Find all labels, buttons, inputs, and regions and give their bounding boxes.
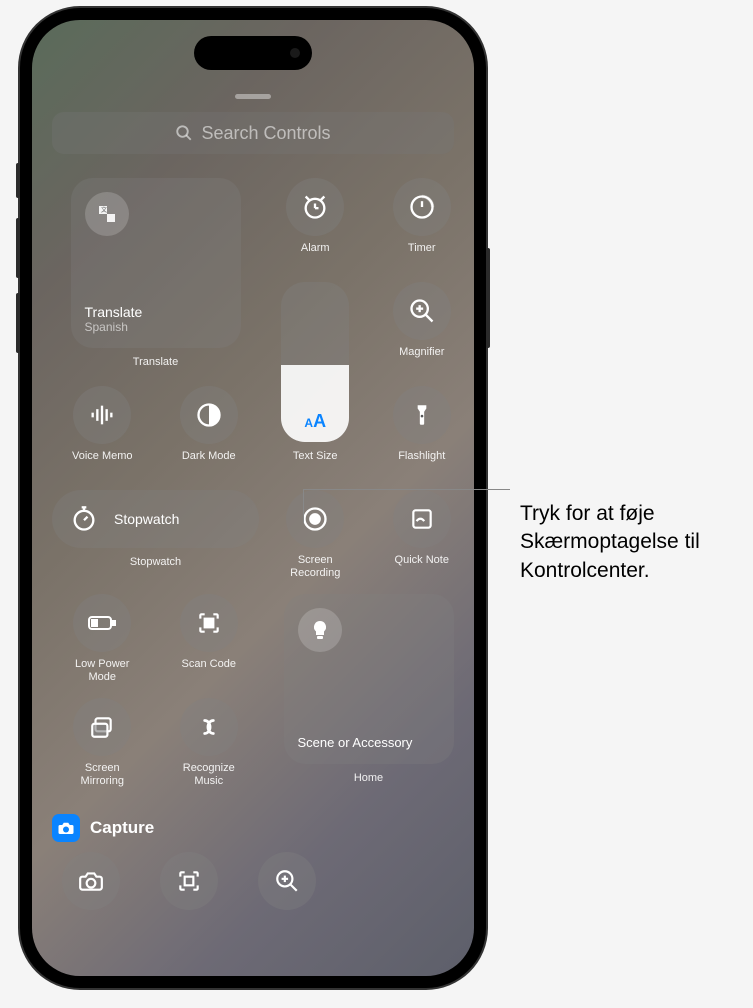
flashlight-label: Flashlight (398, 450, 445, 463)
translate-icon: 文 (85, 192, 129, 236)
callout-line (303, 489, 304, 523)
screen-recording-tile[interactable]: Screen Recording (265, 490, 366, 588)
text-size-label: Text Size (293, 450, 338, 462)
voice-memo-tile[interactable]: Voice Memo (52, 386, 153, 484)
dark-mode-tile[interactable]: Dark Mode (159, 386, 260, 484)
alarm-tile[interactable]: Alarm (265, 178, 366, 276)
alarm-label: Alarm (301, 242, 330, 255)
magnifier-capture-tile[interactable] (258, 852, 316, 910)
translate-label: Translate (133, 356, 178, 368)
search-icon (175, 124, 193, 142)
low-power-icon (73, 594, 131, 652)
iphone-frame: Search Controls 文 Translate Spanish Tran (20, 8, 486, 988)
low-power-tile[interactable]: Low Power Mode (52, 594, 153, 692)
capture-section-title: Capture (90, 818, 154, 838)
callout-text: Tryk for at føje Skærmoptagelse til Kont… (520, 500, 740, 585)
translate-title: Translate (85, 304, 143, 320)
controls-gallery: Search Controls 文 Translate Spanish Tran (32, 20, 474, 976)
search-input[interactable]: Search Controls (52, 112, 454, 154)
volume-down-button (16, 293, 20, 353)
screen-mirroring-label: Screen Mirroring (81, 762, 124, 788)
mute-switch (16, 163, 20, 198)
dark-mode-icon (180, 386, 238, 444)
magnifier-tile[interactable]: Magnifier (372, 282, 473, 380)
text-size-tile[interactable]: AA Text Size (265, 282, 366, 484)
flashlight-icon (393, 386, 451, 444)
timer-tile[interactable]: Timer (372, 178, 473, 276)
stopwatch-inline-label: Stopwatch (114, 511, 179, 527)
home-tile[interactable]: Scene or Accessory Home (265, 594, 472, 796)
recognize-music-label: Recognize Music (183, 762, 235, 788)
screen-recording-icon (286, 490, 344, 548)
magnifier-label: Magnifier (399, 346, 444, 359)
capture-row (52, 852, 454, 910)
stopwatch-label: Stopwatch (130, 556, 181, 568)
magnifier-icon (393, 282, 451, 340)
screen: Search Controls 文 Translate Spanish Tran (32, 20, 474, 976)
power-button (486, 248, 490, 348)
svg-text:文: 文 (101, 206, 107, 214)
scan-code-tile[interactable]: Scan Code (159, 594, 260, 692)
dynamic-island (194, 36, 312, 70)
controls-grid: 文 Translate Spanish Translate Alarm (52, 178, 472, 796)
translate-subtitle: Spanish (85, 320, 143, 334)
search-placeholder: Search Controls (201, 123, 330, 144)
quick-note-icon (393, 490, 451, 548)
camera-app-icon (52, 814, 80, 842)
camera-tile[interactable] (62, 852, 120, 910)
capture-section-header: Capture (52, 814, 454, 842)
voice-memo-icon (73, 386, 131, 444)
screen-mirroring-tile[interactable]: Screen Mirroring (52, 698, 153, 796)
stopwatch-tile[interactable]: Stopwatch Stopwatch (52, 490, 259, 588)
flashlight-tile[interactable]: Flashlight (372, 386, 473, 484)
callout-line (303, 489, 510, 490)
home-title: Scene or Accessory (298, 735, 413, 750)
scan-code-label: Scan Code (182, 658, 236, 671)
alarm-icon (286, 178, 344, 236)
recognize-music-tile[interactable]: Recognize Music (159, 698, 260, 796)
timer-label: Timer (408, 242, 436, 255)
text-size-slider[interactable]: AA (281, 282, 349, 442)
voice-memo-label: Voice Memo (72, 450, 133, 463)
translate-tile[interactable]: 文 Translate Spanish Translate (52, 178, 259, 380)
timer-icon (393, 178, 451, 236)
bulb-icon (298, 608, 342, 652)
screen-mirroring-icon (73, 698, 131, 756)
dark-mode-label: Dark Mode (182, 450, 236, 463)
quick-note-label: Quick Note (395, 554, 449, 567)
quick-note-tile[interactable]: Quick Note (372, 490, 473, 588)
low-power-label: Low Power Mode (75, 658, 129, 684)
text-size-icon: AA (304, 411, 326, 432)
scan-code-icon (180, 594, 238, 652)
scan-document-tile[interactable] (160, 852, 218, 910)
volume-up-button (16, 218, 20, 278)
home-label-below: Home (354, 772, 383, 784)
shazam-icon (180, 698, 238, 756)
stopwatch-icon (66, 501, 102, 537)
screen-recording-label: Screen Recording (290, 554, 340, 580)
